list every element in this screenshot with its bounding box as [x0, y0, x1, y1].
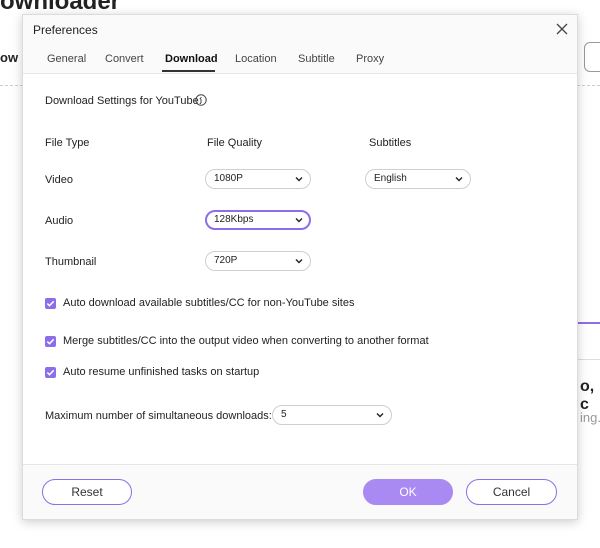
background-heading: o, c: [580, 378, 595, 413]
tab-location[interactable]: Location: [235, 53, 277, 65]
close-icon: [556, 23, 568, 35]
auto-resume-checkbox[interactable]: Auto resume unfinished tasks on startup: [45, 366, 275, 381]
column-file-type: File Type: [45, 137, 90, 149]
background-divider-2: [577, 359, 600, 360]
checkmark-icon: [46, 300, 55, 307]
max-downloads-label: Maximum number of simultaneous downloads…: [45, 410, 272, 422]
chevron-down-icon: [455, 177, 463, 182]
merge-subtitles-checkbox[interactable]: Merge subtitles/CC into the output video…: [45, 335, 429, 350]
max-downloads-select[interactable]: 5: [272, 405, 392, 425]
chevron-down-icon: [376, 413, 384, 418]
tab-subtitle[interactable]: Subtitle: [298, 53, 335, 65]
tab-download[interactable]: Download: [165, 53, 218, 65]
background-button: [584, 42, 600, 72]
tab-proxy[interactable]: Proxy: [356, 53, 384, 65]
background-app-text: ow: [0, 50, 19, 65]
video-quality-value: 1080P: [214, 173, 243, 184]
thumbnail-quality-value: 720P: [214, 255, 238, 266]
auto-download-subtitles-checkbox[interactable]: Auto download available subtitles/CC for…: [45, 297, 375, 312]
tab-convert[interactable]: Convert: [105, 53, 144, 65]
reset-button[interactable]: Reset: [42, 479, 132, 505]
video-subtitles-value: English: [374, 173, 407, 184]
preferences-tabs: General Convert Download Location Subtit…: [23, 53, 577, 73]
audio-quality-select[interactable]: 128Kbps: [205, 210, 311, 230]
checkbox-checked: [45, 367, 56, 378]
checkbox-label: Merge subtitles/CC into the output video…: [63, 335, 429, 347]
chevron-down-icon: [295, 177, 303, 182]
video-quality-select[interactable]: 1080P: [205, 169, 311, 189]
checkbox-label: Auto resume unfinished tasks on startup: [63, 366, 260, 378]
active-tab-indicator: [162, 70, 215, 72]
column-file-quality: File Quality: [207, 137, 263, 149]
video-subtitles-select[interactable]: English: [365, 169, 471, 189]
checkbox-label: Auto download available subtitles/CC for…: [63, 297, 355, 309]
background-subtext: ing.: [580, 410, 600, 425]
tab-general[interactable]: General: [47, 53, 86, 65]
checkmark-icon: [46, 338, 55, 345]
dialog-title: Preferences: [33, 23, 98, 37]
ok-button[interactable]: OK: [363, 479, 453, 505]
checkmark-icon: [46, 369, 55, 376]
audio-label: Audio: [45, 215, 74, 227]
close-button[interactable]: [553, 20, 571, 38]
preferences-dialog: Preferences General Convert Download Loc…: [22, 14, 578, 520]
download-settings-panel: Download Settings for YouTube: File Type…: [23, 74, 577, 464]
footer-divider: [23, 464, 577, 465]
section-title: Download Settings for YouTube:: [45, 95, 202, 107]
checkbox-checked: [45, 336, 56, 347]
thumbnail-label: Thumbnail: [45, 256, 97, 268]
max-downloads-value: 5: [281, 409, 287, 420]
background-accent-line: [577, 322, 600, 324]
cancel-button[interactable]: Cancel: [466, 479, 557, 505]
video-label: Video: [45, 174, 73, 186]
column-subtitles: Subtitles: [369, 137, 412, 149]
info-icon[interactable]: [195, 94, 207, 106]
audio-quality-value: 128Kbps: [214, 214, 254, 225]
checkbox-checked: [45, 298, 56, 309]
chevron-down-icon: [295, 259, 303, 264]
chevron-down-icon: [295, 218, 303, 223]
thumbnail-quality-select[interactable]: 720P: [205, 251, 311, 271]
